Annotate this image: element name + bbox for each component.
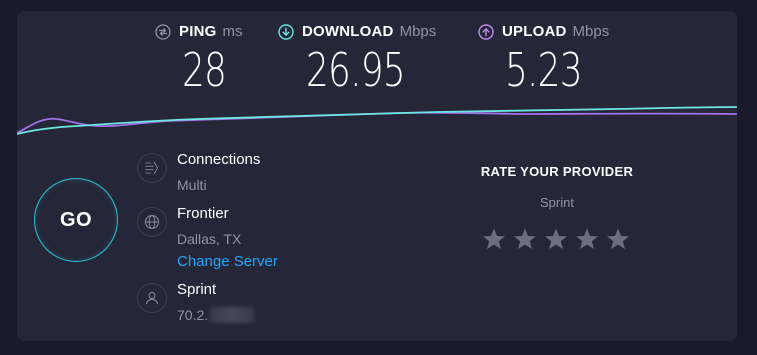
star-icon-3[interactable] bbox=[544, 227, 568, 251]
ping-unit: ms bbox=[222, 23, 243, 40]
download-label: DOWNLOAD bbox=[302, 23, 394, 40]
upload-unit: Mbps bbox=[572, 23, 610, 40]
provider-name: Sprint bbox=[177, 281, 217, 298]
ping-icon bbox=[155, 23, 171, 40]
upload-arrow-icon bbox=[478, 23, 494, 40]
star-icon-1[interactable] bbox=[482, 227, 506, 251]
ip-address-visible: 70.2. bbox=[177, 307, 209, 323]
rate-provider-title: RATE YOUR PROVIDER bbox=[480, 164, 634, 179]
go-button-label: GO bbox=[59, 208, 93, 231]
ping-value: 28 bbox=[182, 43, 227, 97]
ping-label: PING bbox=[179, 23, 217, 40]
rate-provider-name: Sprint bbox=[540, 195, 574, 210]
connections-label: Connections bbox=[177, 151, 261, 168]
connections-value: Multi bbox=[177, 177, 207, 193]
upload-header: UPLOAD Mbps bbox=[478, 23, 609, 40]
ip-address-redacted bbox=[210, 307, 255, 323]
download-header: DOWNLOAD Mbps bbox=[278, 23, 436, 40]
download-speed-line bbox=[17, 106, 737, 135]
go-button[interactable]: GO bbox=[34, 178, 118, 262]
speedtest-results-card: PING ms 28 DOWNLOAD Mbps 26.95 UPLOAD Mb… bbox=[17, 11, 737, 341]
server-name: Frontier bbox=[177, 205, 229, 222]
globe-icon bbox=[137, 207, 167, 237]
change-server-link[interactable]: Change Server bbox=[177, 253, 278, 270]
ping-header: PING ms bbox=[155, 23, 242, 40]
upload-metric: UPLOAD Mbps 5.23 bbox=[478, 11, 638, 106]
star-icon-5[interactable] bbox=[606, 227, 630, 251]
star-icon-4[interactable] bbox=[575, 227, 599, 251]
upload-label: UPLOAD bbox=[502, 23, 567, 40]
star-icon-2[interactable] bbox=[513, 227, 537, 251]
rating-stars bbox=[482, 227, 630, 251]
download-value: 26.95 bbox=[306, 43, 406, 97]
download-unit: Mbps bbox=[399, 23, 437, 40]
server-location: Dallas, TX bbox=[177, 231, 242, 247]
download-arrow-icon bbox=[278, 23, 294, 40]
download-metric: DOWNLOAD Mbps 26.95 bbox=[278, 11, 458, 106]
connections-icon bbox=[137, 153, 167, 183]
upload-value: 5.23 bbox=[505, 43, 583, 97]
ip-address: 70.2. bbox=[177, 307, 255, 323]
ping-metric: PING ms 28 bbox=[155, 11, 265, 106]
person-icon bbox=[137, 283, 167, 313]
speed-graph bbox=[17, 106, 737, 135]
